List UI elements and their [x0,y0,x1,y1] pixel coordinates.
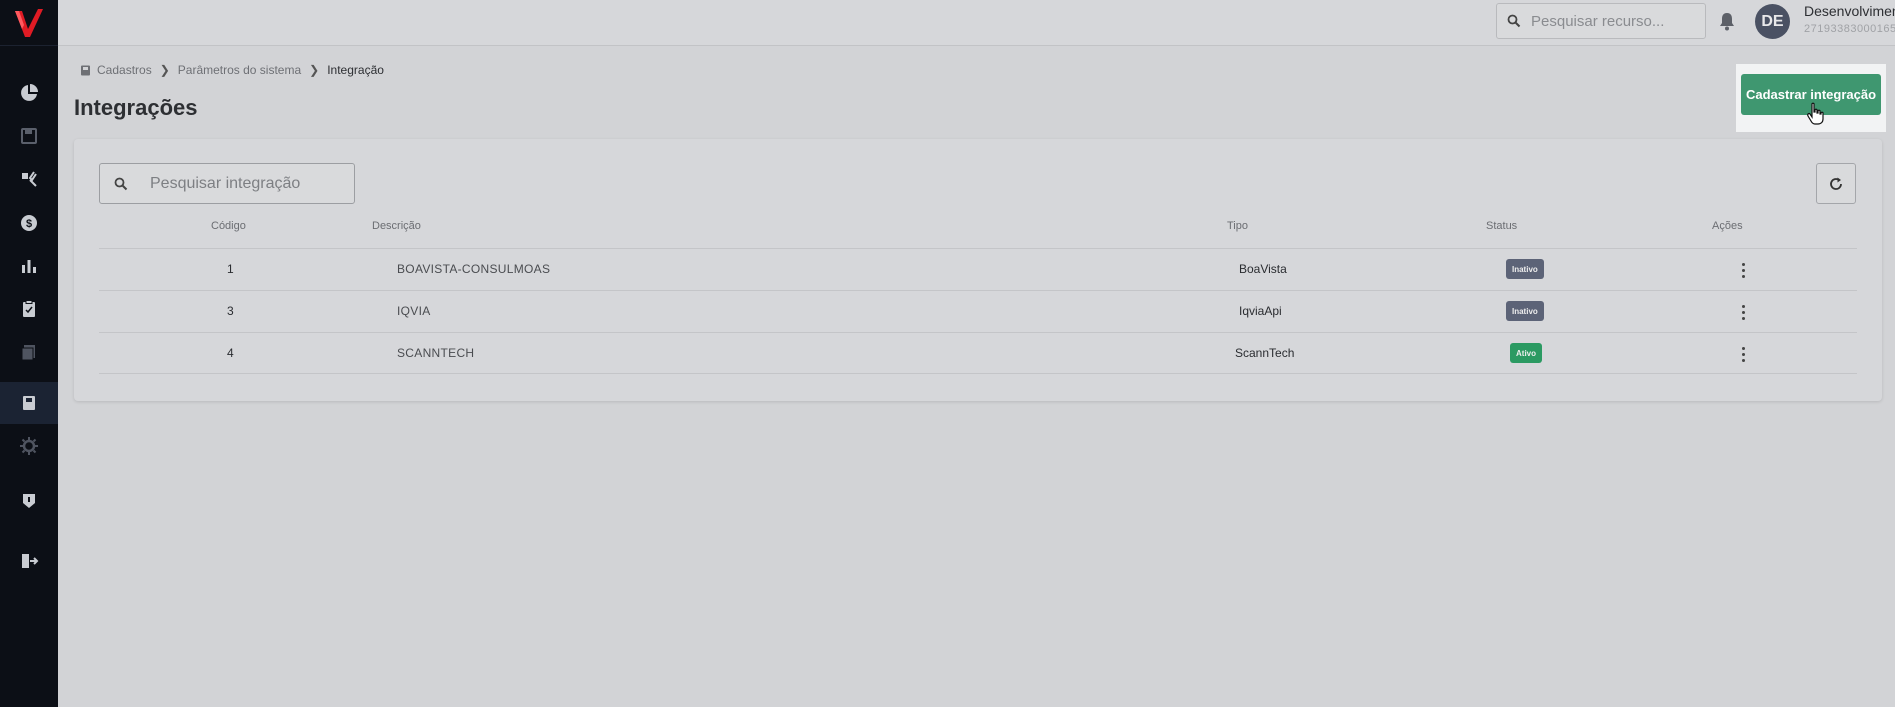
bell-icon[interactable] [1718,11,1736,31]
status-badge: Inativo [1506,301,1544,321]
shield-alert-icon [23,494,35,508]
refresh-button[interactable] [1816,163,1856,204]
sidebar-item-reports[interactable] [0,245,58,287]
cell-codigo: 1 [227,262,234,276]
logout-icon [22,554,39,568]
sidebar-item-tools[interactable] [0,158,58,200]
integration-search-input[interactable]: Pesquisar integração [99,163,355,204]
breadcrumb-item-parametros[interactable]: Parâmetros do sistema [178,63,301,77]
dollar-icon: $ [21,215,37,231]
column-header-acoes: Ações [1712,220,1743,232]
chevron-right-icon: ❯ [309,63,320,77]
register-icon [23,396,35,410]
search-icon [1507,14,1521,28]
documents-icon [21,345,35,361]
sidebar-item-tasks[interactable] [0,288,58,330]
bar-chart-icon [22,260,36,273]
page-title: Integrações [74,95,198,120]
user-id: 27193383000165 [1804,23,1895,35]
avatar[interactable]: DE [1755,4,1790,39]
clipboard-icon [23,300,35,317]
cell-codigo: 4 [227,346,234,360]
cell-descricao: BOAVISTA-CONSULMOAS [397,262,551,276]
sidebar-item-documents[interactable] [0,331,58,373]
refresh-icon [1830,177,1842,190]
chevron-right-icon: ❯ [159,63,170,77]
sidebar-item-settings[interactable] [0,425,58,467]
more-actions-icon[interactable] [1736,260,1750,280]
pie-chart-icon [21,84,38,101]
user-name: Desenvolvimento VetorF [1804,3,1895,19]
column-header-descricao: Descrição [372,220,421,232]
sidebar-item-security[interactable] [0,480,58,522]
column-header-tipo: Tipo [1227,220,1248,232]
sidebar-item-save[interactable] [0,115,58,157]
breadcrumb: Cadastros ❯ Parâmetros do sistema ❯ Inte… [80,63,384,77]
sidebar-item-dashboard[interactable] [0,72,58,114]
more-actions-icon[interactable] [1736,302,1750,322]
save-icon [21,128,37,144]
integrations-card: Pesquisar integração Código Descrição Ti… [74,139,1882,401]
table-row[interactable]: 4 SCANNTECH ScannTech Ativo [99,332,1857,374]
search-icon [114,177,128,190]
sidebar-item-register[interactable] [0,382,58,424]
table-row[interactable]: 3 IQVIA IqviaApi Inativo [99,290,1857,332]
status-badge: Inativo [1506,259,1544,279]
register-icon [81,65,90,75]
hand-cursor-icon [1807,102,1824,125]
status-badge: Ativo [1510,343,1542,363]
tools-icon [22,171,37,187]
sidebar-item-finance[interactable]: $ [0,202,58,244]
svg-text:$: $ [26,218,32,230]
cell-descricao: IQVIA [397,304,431,318]
sidebar-item-logout[interactable] [0,540,58,582]
cell-descricao: SCANNTECH [397,346,475,360]
gear-icon [20,437,38,455]
cell-tipo: BoaVista [1239,262,1287,276]
column-header-status: Status [1486,220,1518,232]
table-row[interactable]: 1 BOAVISTA-CONSULMOAS BoaVista Inativo [99,248,1857,290]
column-header-codigo: Código [211,220,246,232]
app-logo[interactable] [0,0,58,46]
sidebar: $ [0,0,58,707]
logo-v-icon [15,8,43,37]
cell-tipo: ScannTech [1235,346,1295,360]
cell-codigo: 3 [227,304,234,318]
resource-search-input[interactable]: Pesquisar recurso... [1496,3,1706,39]
breadcrumb-item-integracao: Integração [327,63,384,77]
topbar: Pesquisar recurso... DE Desenvolvimento … [58,0,1895,46]
resource-search-placeholder: Pesquisar recurso... [1531,12,1665,30]
cell-tipo: IqviaApi [1239,304,1282,318]
integration-search-placeholder: Pesquisar integração [150,174,301,192]
breadcrumb-item-cadastros[interactable]: Cadastros [97,63,152,77]
more-actions-icon[interactable] [1736,344,1750,364]
